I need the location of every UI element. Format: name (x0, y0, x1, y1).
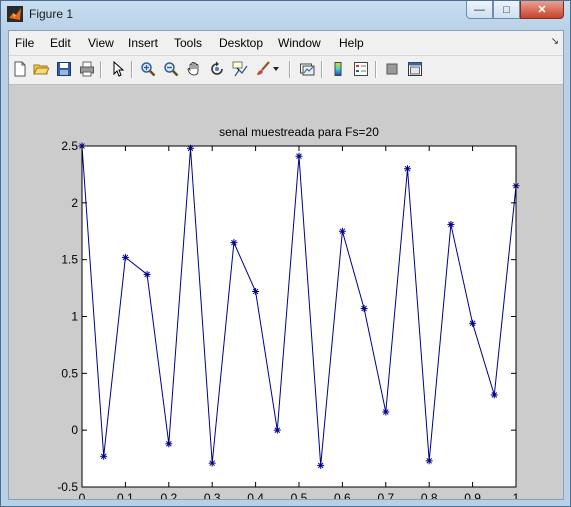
x-tick-label: 0.8 (421, 491, 438, 499)
x-tick-label: 0.7 (377, 491, 394, 499)
figure-window: Figure 1 — □ ✕ File Edit View Insert Too… (0, 0, 571, 507)
insert-colorbar-icon[interactable] (329, 60, 347, 78)
toolbar-separator (131, 61, 133, 78)
x-tick-label: 0.3 (204, 491, 221, 499)
data-point-marker (121, 253, 129, 261)
y-tick-label: 2.5 (61, 139, 78, 153)
brush-dropdown-icon[interactable] (271, 60, 281, 78)
window-title: Figure 1 (29, 7, 74, 21)
y-tick-label: 0.5 (61, 366, 78, 380)
x-tick-label: 0 (79, 491, 86, 499)
new-figure-icon[interactable] (11, 60, 29, 78)
brush-icon[interactable] (254, 60, 272, 78)
matlab-logo-icon (7, 6, 23, 22)
zoom-out-icon[interactable] (162, 60, 180, 78)
data-point-marker (100, 452, 108, 460)
dock-arrow-icon[interactable]: ↘ (551, 36, 559, 47)
y-tick-label: 0 (71, 423, 78, 437)
figure-canvas[interactable]: 0 0.1 0.2 0.3 0.4 0.5 0.6 0.7 0.8 0.9 1 -0.5 0 0.5 1 1.… (9, 85, 563, 499)
show-plot-tools-icon[interactable] (406, 60, 424, 78)
x-tick-label: 0.9 (464, 491, 481, 499)
y-tick-label: 1.5 (61, 253, 78, 267)
menu-help[interactable]: Help (339, 36, 364, 50)
zoom-in-icon[interactable] (139, 60, 157, 78)
toolbar-separator (375, 61, 377, 78)
menu-file[interactable]: File (15, 36, 34, 50)
close-button[interactable]: ✕ (520, 1, 564, 19)
menu-insert[interactable]: Insert (128, 36, 158, 50)
close-icon: ✕ (537, 4, 547, 16)
figure-toolbar (9, 56, 563, 85)
data-cursor-icon[interactable] (231, 60, 249, 78)
y-tick-label: -0.5 (57, 480, 78, 494)
menu-desktop[interactable]: Desktop (219, 36, 263, 50)
data-point-marker (404, 165, 411, 173)
maximize-icon: □ (503, 3, 510, 16)
menu-edit[interactable]: Edit (50, 36, 71, 50)
insert-legend-icon[interactable] (352, 60, 370, 78)
toolbar-separator (100, 61, 102, 78)
y-tick-label: 2 (71, 196, 78, 210)
x-tick-label: 0.4 (247, 491, 264, 499)
link-plot-icon[interactable] (298, 60, 316, 78)
x-tick-label: 0.1 (117, 491, 134, 499)
menu-bar: File Edit View Insert Tools Desktop Wind… (9, 31, 563, 56)
maximize-button[interactable]: □ (493, 1, 520, 19)
x-tick-label: 0.5 (291, 491, 308, 499)
line-chart: 0 0.1 0.2 0.3 0.4 0.5 0.6 0.7 0.8 0.9 1-0.500.511.… (57, 125, 520, 499)
x-tick-label: 0.2 (160, 491, 177, 499)
open-file-icon[interactable] (32, 60, 50, 78)
toolbar-separator (321, 61, 323, 78)
save-icon[interactable] (55, 60, 73, 78)
rotate-3d-icon[interactable] (208, 60, 226, 78)
data-point-marker (230, 239, 238, 247)
chart-title: senal muestreada para Fs=20 (219, 125, 379, 139)
x-tick-label: 1 (513, 491, 520, 499)
axes-background (82, 146, 516, 487)
menu-view[interactable]: View (88, 36, 114, 50)
minimize-icon: — (474, 3, 485, 16)
figure-client-area: File Edit View Insert Tools Desktop Wind… (8, 30, 564, 500)
title-bar[interactable]: Figure 1 — □ ✕ (1, 1, 570, 29)
print-icon[interactable] (78, 60, 96, 78)
x-tick-label: 0.6 (334, 491, 351, 499)
menu-tools[interactable]: Tools (174, 36, 202, 50)
minimize-button[interactable]: — (466, 1, 493, 19)
y-tick-label: 1 (71, 310, 78, 324)
window-controls: — □ ✕ (466, 1, 564, 21)
hide-plot-tools-icon[interactable] (383, 60, 401, 78)
menu-window[interactable]: Window (278, 36, 321, 50)
toolbar-separator (289, 61, 291, 78)
edit-plot-arrow-icon[interactable] (109, 60, 127, 78)
pan-hand-icon[interactable] (185, 60, 203, 78)
